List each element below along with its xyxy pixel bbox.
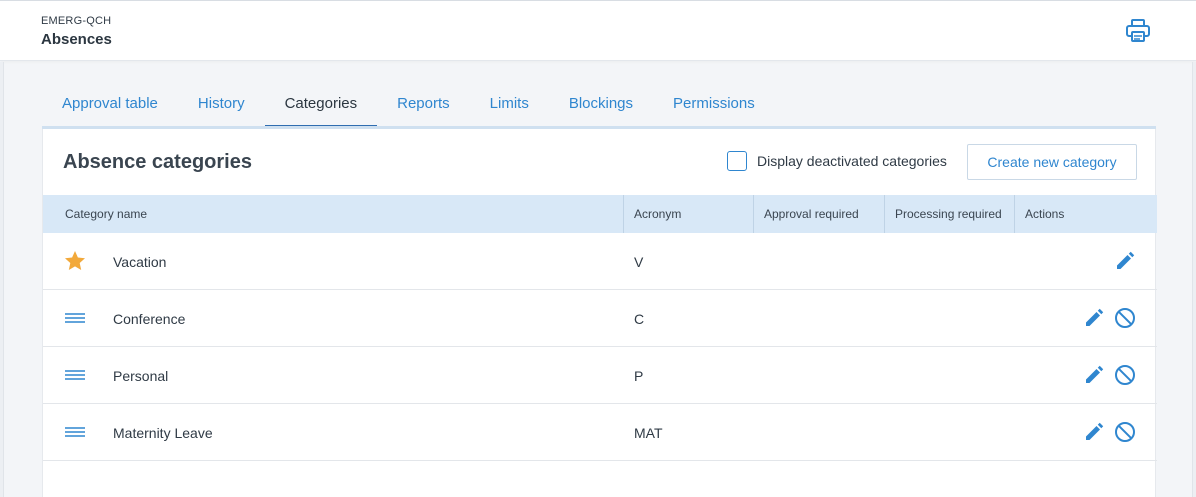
table-row: Vacation V — [43, 233, 1157, 290]
category-name: Vacation — [113, 253, 167, 270]
table-header: Category name Acronym Approval required … — [43, 195, 1157, 233]
left-edge — [0, 62, 4, 497]
drag-handle-icon[interactable] — [63, 422, 87, 442]
star-icon — [63, 251, 87, 271]
page-title: Absences — [41, 31, 112, 48]
column-category-name[interactable]: Category name — [65, 195, 147, 233]
table-row: Conference C — [43, 290, 1157, 347]
organization-code: EMERG-QCH — [41, 15, 112, 27]
categories-panel: Absence categories Display deactivated c… — [42, 129, 1157, 497]
table-row: Maternity Leave MAT — [43, 404, 1157, 461]
edit-icon[interactable] — [1083, 307, 1105, 329]
column-divider — [1014, 195, 1015, 233]
category-acronym: C — [634, 310, 645, 327]
edit-icon[interactable] — [1083, 421, 1105, 443]
top-bar: EMERG-QCH Absences — [0, 0, 1196, 61]
column-processing-required[interactable]: Processing required — [895, 195, 1002, 233]
category-acronym: MAT — [634, 424, 663, 441]
category-acronym: V — [634, 253, 644, 270]
tab-approval-table[interactable]: Approval table — [42, 84, 178, 128]
category-acronym: P — [634, 367, 644, 384]
column-actions: Actions — [1025, 207, 1065, 221]
drag-handle-icon[interactable] — [63, 308, 87, 328]
tab-history[interactable]: History — [178, 84, 265, 128]
display-deactivated-toggle[interactable]: Display deactivated categories — [727, 151, 947, 171]
panel-title: Absence categories — [63, 151, 252, 173]
table-row: Personal P — [43, 347, 1157, 404]
column-divider — [884, 195, 885, 233]
category-name: Personal — [113, 367, 169, 384]
tab-permissions[interactable]: Permissions — [653, 84, 775, 128]
tab-limits[interactable]: Limits — [470, 84, 549, 128]
category-name: Maternity Leave — [113, 424, 213, 441]
display-deactivated-checkbox[interactable] — [727, 151, 747, 171]
tab-blockings[interactable]: Blockings — [549, 84, 653, 128]
category-name: Conference — [113, 310, 186, 327]
column-approval-required[interactable]: Approval required — [764, 195, 859, 233]
column-acronym[interactable]: Acronym — [634, 195, 681, 233]
create-category-button[interactable]: Create new category — [967, 144, 1137, 180]
tab-reports[interactable]: Reports — [377, 84, 470, 128]
deactivate-icon[interactable] — [1114, 421, 1136, 443]
tab-categories[interactable]: Categories — [264, 84, 378, 128]
column-divider — [623, 195, 624, 233]
printer-icon[interactable] — [1124, 17, 1152, 45]
edit-icon[interactable] — [1114, 250, 1136, 272]
column-divider — [753, 195, 754, 233]
drag-handle-icon[interactable] — [63, 365, 87, 385]
tab-bar: Approval table History Categories Report… — [42, 84, 775, 128]
deactivate-icon[interactable] — [1114, 364, 1136, 386]
deactivate-icon[interactable] — [1114, 307, 1136, 329]
display-deactivated-label: Display deactivated categories — [757, 153, 947, 169]
right-edge — [1192, 62, 1196, 497]
edit-icon[interactable] — [1083, 364, 1105, 386]
